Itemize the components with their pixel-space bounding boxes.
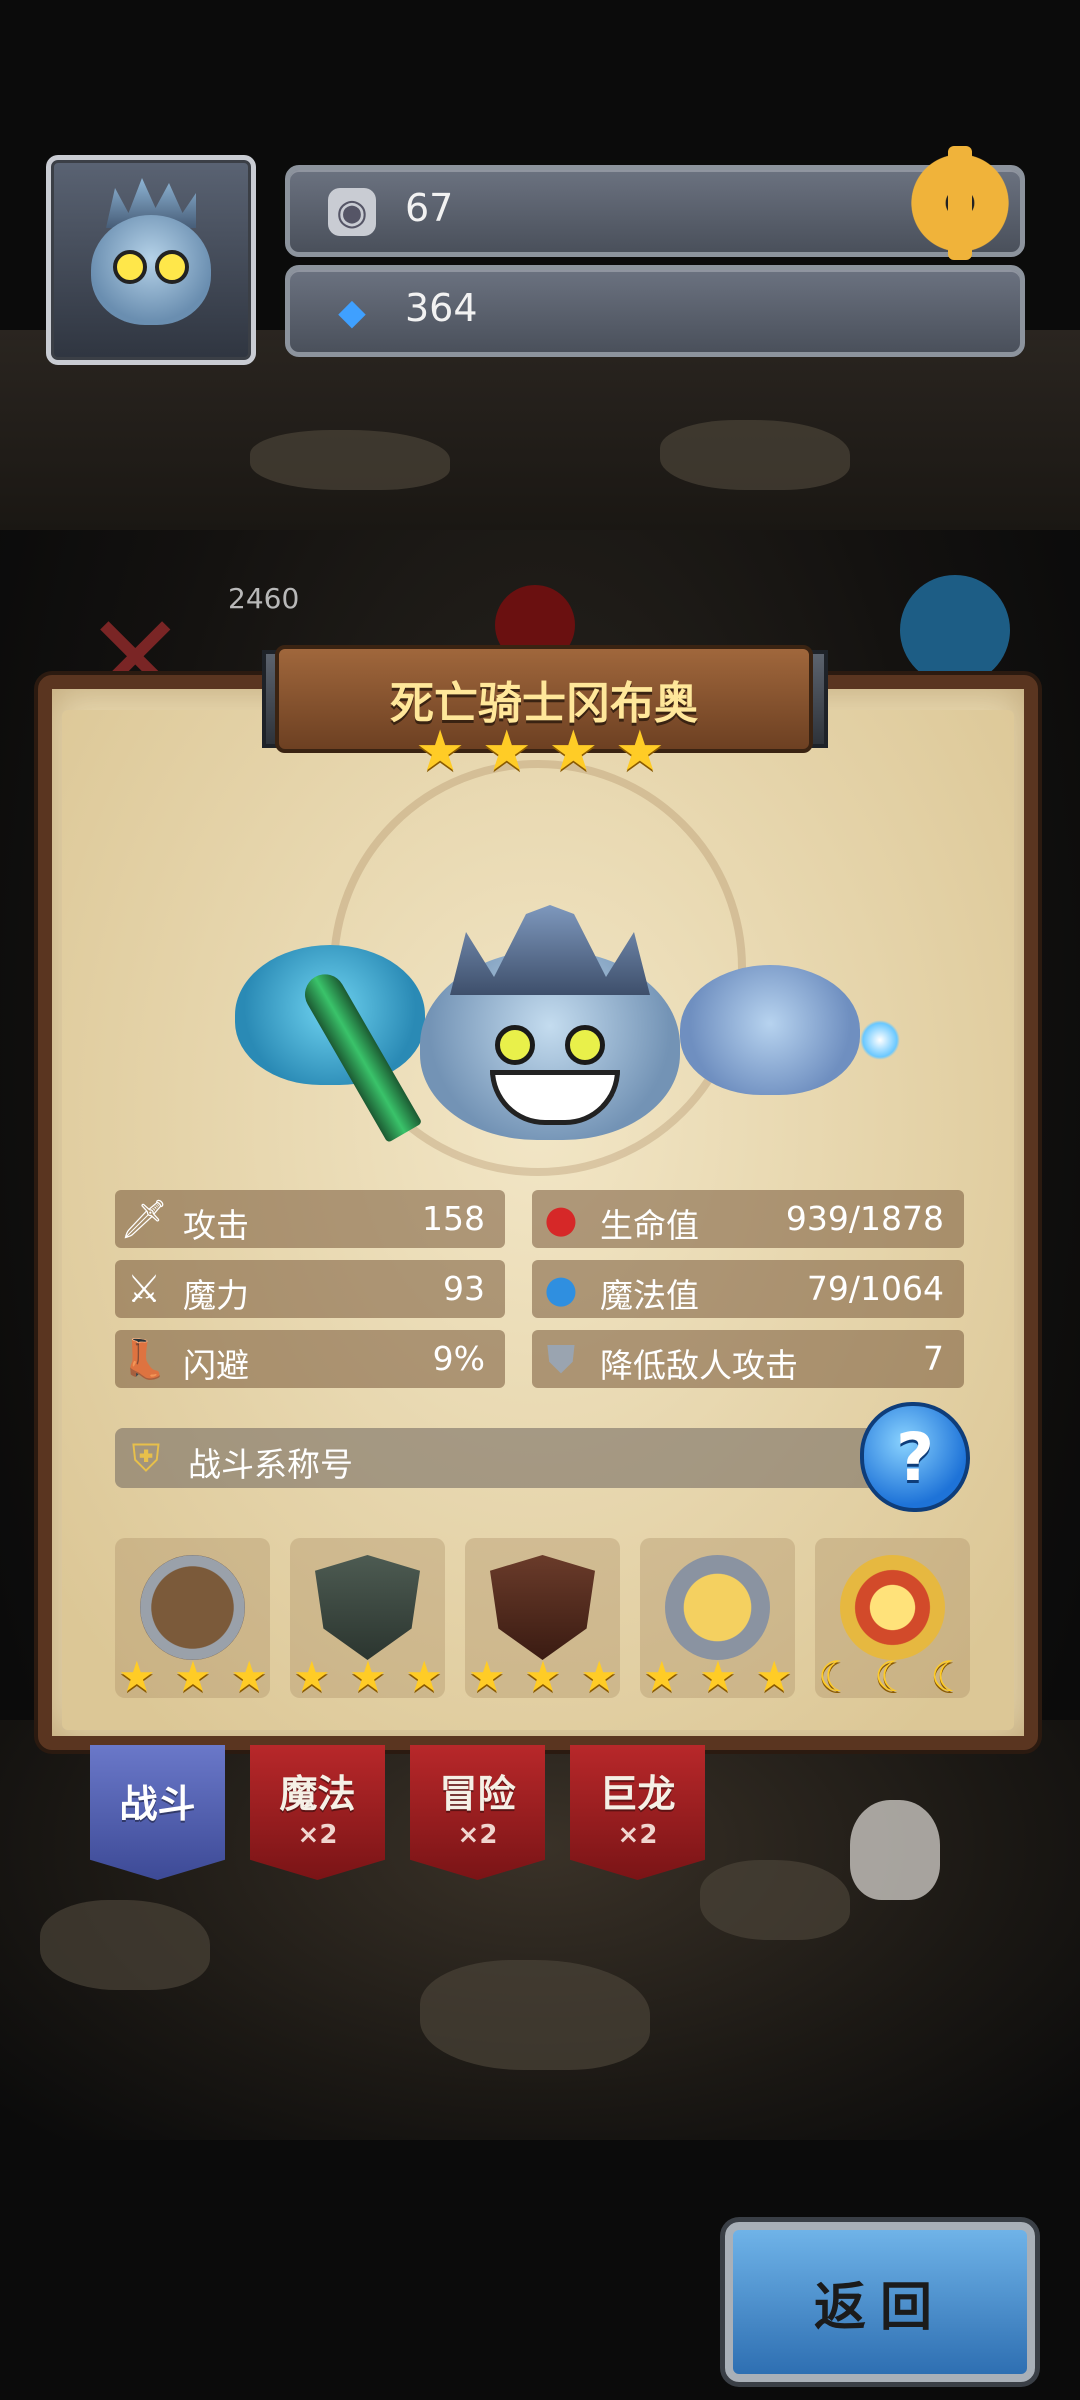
- sword-icon: 🗡: [119, 1196, 169, 1241]
- hero-eye: [495, 1025, 535, 1065]
- hero-avatar[interactable]: [46, 155, 256, 365]
- tab-battle[interactable]: 战斗: [90, 1745, 225, 1880]
- tab-magic[interactable]: 魔法 ×2: [250, 1745, 385, 1880]
- star-icon: ★: [755, 1652, 793, 1701]
- star-icon: ★: [614, 719, 665, 784]
- star-icon: ★: [643, 1652, 681, 1701]
- stat-reduce-attack: ⛊ 降低敌人攻击 7: [532, 1330, 964, 1388]
- star-icon: ★: [118, 1652, 156, 1701]
- dagger-shield-badge-icon: [140, 1555, 245, 1660]
- star-icon: ★: [481, 719, 532, 784]
- tab-multiplier: ×2: [457, 1820, 498, 1850]
- back-button[interactable]: 返回: [725, 2222, 1035, 2382]
- tab-label: 冒险: [439, 1772, 516, 1816]
- rock: [700, 1860, 850, 1940]
- stat-value: 7: [923, 1339, 944, 1378]
- skull-decoration: [850, 1800, 940, 1900]
- crossed-weapons-icon: ⚔: [126, 1267, 162, 1311]
- star-icon: ★: [349, 1652, 387, 1701]
- star-icon: ★: [524, 1652, 562, 1701]
- stat-value: 158: [422, 1199, 485, 1238]
- tab-adventure[interactable]: 冒险 ×2: [410, 1745, 545, 1880]
- shield-sword-icon: ⛨: [131, 1435, 161, 1480]
- magic-orb-icon: [860, 1020, 900, 1060]
- rune-coin-icon: ◉: [328, 188, 376, 236]
- rock: [40, 1900, 210, 1990]
- star-icon: ★: [230, 1652, 268, 1701]
- coin-count: 67: [405, 186, 454, 230]
- star-icon: ★: [415, 719, 466, 784]
- tab-label: 战斗: [119, 1782, 196, 1826]
- ghost-value: 2460: [228, 582, 300, 615]
- moon-icon: ☾: [818, 1652, 856, 1701]
- stat-label: 攻击: [183, 1206, 249, 1245]
- stat-attack: 🗡 攻击 158: [115, 1190, 505, 1248]
- star-icon: ★: [699, 1652, 737, 1701]
- stat-label: 降低敌人攻击: [600, 1346, 798, 1385]
- badge-rating: ★ ★ ★: [643, 1652, 793, 1701]
- star-icon: ★: [293, 1652, 331, 1701]
- tab-dragon[interactable]: 巨龙 ×2: [570, 1745, 705, 1880]
- star-icon: ★: [468, 1652, 506, 1701]
- stat-dodge: 👢 闪避 9%: [115, 1330, 505, 1388]
- tab-label: 巨龙: [599, 1772, 676, 1816]
- moon-icon: ☾: [874, 1652, 912, 1701]
- badge-rating: ★ ★ ★: [118, 1652, 268, 1701]
- battle-title-bar: ⛨ 战斗系称号: [115, 1428, 915, 1488]
- hero-right-figure: [680, 965, 860, 1095]
- moon-icon: ☾: [930, 1652, 968, 1701]
- stat-label: 魔法值: [600, 1276, 699, 1315]
- hero-portrait-icon: [91, 215, 211, 325]
- tab-multiplier: ×2: [617, 1820, 658, 1850]
- star-icon: ★: [548, 719, 599, 784]
- back-button-label: 返回: [813, 2277, 946, 2338]
- rock: [420, 1960, 650, 2070]
- star-icon: ★: [405, 1652, 443, 1701]
- stat-value: 93: [443, 1269, 485, 1308]
- gem-count: 364: [405, 286, 478, 330]
- battle-title-label: 战斗系称号: [188, 1445, 353, 1484]
- stat-value: 939/1878: [785, 1199, 944, 1238]
- blue-potion-icon: ●: [544, 1267, 578, 1311]
- gem-bar: ◆ 364: [285, 265, 1025, 357]
- badge-rating: ★ ★ ★: [293, 1652, 443, 1701]
- stat-value: 79/1064: [806, 1269, 944, 1308]
- stat-label: 魔力: [183, 1276, 249, 1315]
- stat-label: 生命值: [600, 1206, 699, 1245]
- settings-gear-icon[interactable]: [905, 146, 1015, 260]
- tab-label: 魔法: [279, 1772, 356, 1816]
- red-potion-icon: ●: [544, 1197, 578, 1241]
- stat-hp: ● 生命值 939/1878: [532, 1190, 964, 1248]
- help-button[interactable]: ?: [860, 1402, 970, 1512]
- laurel-cross-badge-icon: [665, 1555, 770, 1660]
- blue-potion-icon: [900, 575, 1010, 685]
- crowned-gem-badge-icon: [840, 1555, 945, 1660]
- badge-rating: ★ ★ ★: [468, 1652, 618, 1701]
- star-icon: ★: [174, 1652, 212, 1701]
- tab-multiplier: ×2: [297, 1820, 338, 1850]
- stat-value: 9%: [432, 1339, 485, 1378]
- stat-mp: ● 魔法值 79/1064: [532, 1260, 964, 1318]
- hero-eye: [565, 1025, 605, 1065]
- badge-rating: ☾ ☾ ☾: [818, 1652, 968, 1701]
- rock: [250, 430, 450, 490]
- stat-label: 闪避: [183, 1346, 249, 1385]
- shield-icon: ⛊: [546, 1336, 576, 1381]
- boot-icon: 👢: [120, 1336, 168, 1381]
- stat-magic: ⚔ 魔力 93: [115, 1260, 505, 1318]
- hero-star-rating: ★ ★ ★ ★: [415, 722, 665, 782]
- rock: [660, 420, 850, 490]
- blue-gem-icon: ◆: [338, 291, 366, 333]
- star-icon: ★: [580, 1652, 618, 1701]
